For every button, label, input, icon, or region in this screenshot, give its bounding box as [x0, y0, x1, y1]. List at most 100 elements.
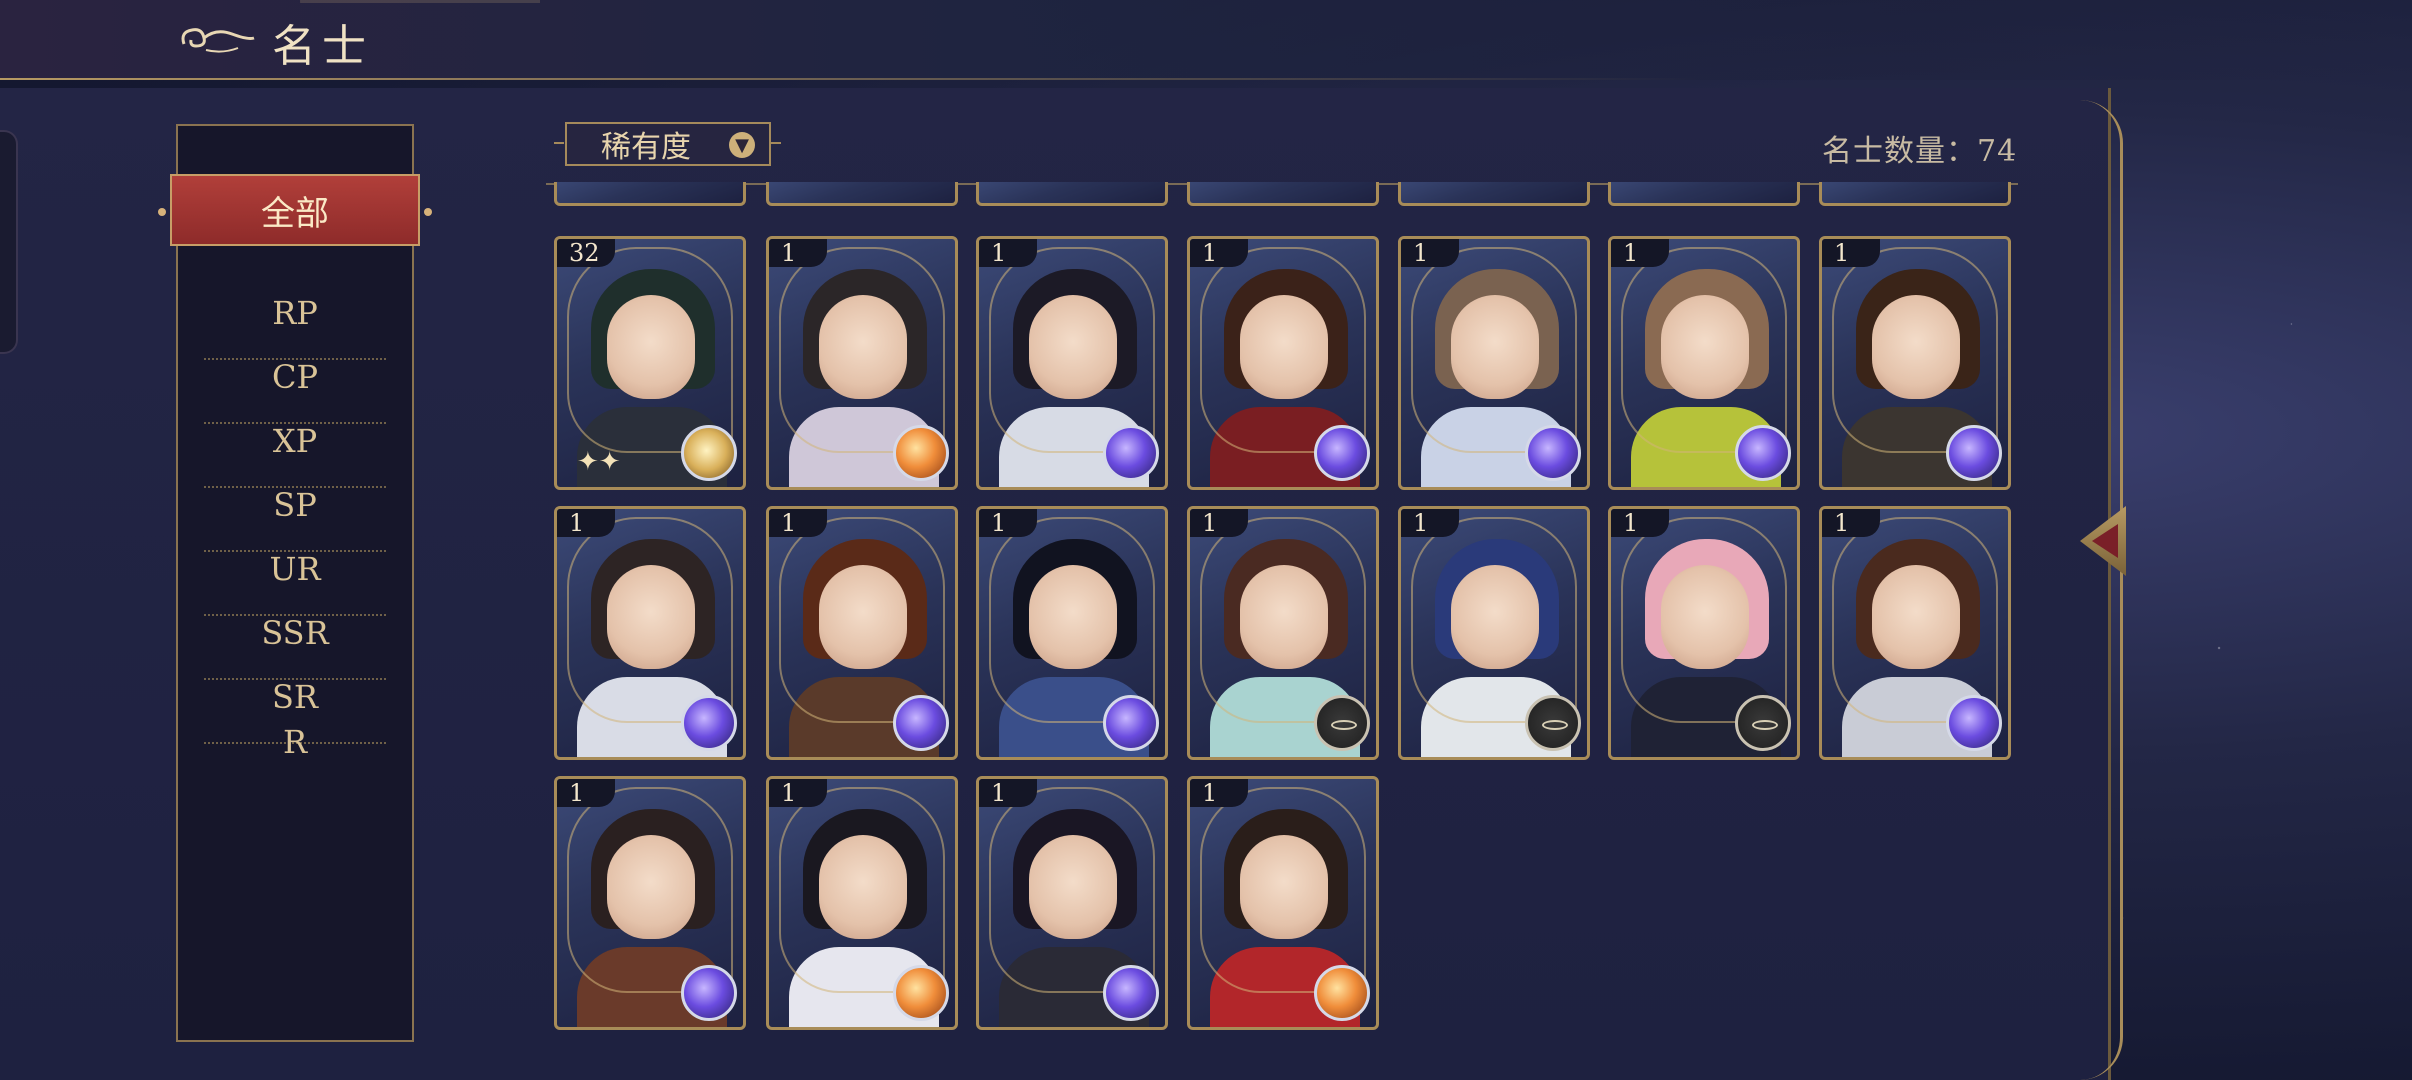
level-badge: 1	[979, 509, 1037, 537]
element-orb-icon	[1103, 965, 1159, 1021]
element-orb-icon	[1946, 695, 2002, 751]
card-frame	[779, 787, 945, 993]
element-orb-icon	[1314, 425, 1370, 481]
card-frame	[1621, 517, 1787, 723]
card-frame	[989, 517, 1155, 723]
dot-ornament	[158, 208, 166, 216]
level-badge: 1	[1401, 509, 1459, 537]
level-badge: 1	[1190, 509, 1248, 537]
sidebar-item-r[interactable]: R	[178, 712, 412, 772]
element-orb-icon	[1735, 425, 1791, 481]
card-frame	[989, 787, 1155, 993]
sidebar-item-label: CP	[271, 358, 318, 396]
rarity-sidebar: 全部 RP CP XP SP UR SSR SR R	[158, 124, 432, 1042]
card-frame	[1411, 247, 1577, 453]
hero-card-partial[interactable]	[766, 182, 958, 206]
element-orb-icon	[681, 965, 737, 1021]
sidebar-item-label: UR	[269, 550, 321, 588]
hero-card[interactable]: 1	[976, 506, 1168, 760]
level-badge: 1	[1401, 239, 1459, 267]
element-orb-icon	[893, 425, 949, 481]
level-badge: 1	[769, 509, 827, 537]
hero-card[interactable]: 1	[1398, 506, 1590, 760]
hero-card[interactable]: 1	[1187, 506, 1379, 760]
hero-card-partial[interactable]	[1608, 182, 1800, 206]
sidebar-item-all[interactable]: 全部	[158, 174, 432, 246]
level-badge: 1	[979, 779, 1037, 807]
element-orb-icon	[1525, 425, 1581, 481]
hero-card-partial[interactable]	[554, 182, 746, 206]
header-divider	[0, 78, 1700, 80]
element-orb-icon	[1314, 965, 1370, 1021]
hero-card[interactable]: 1	[766, 506, 958, 760]
hero-card-partial[interactable]	[1398, 182, 1590, 206]
element-orb-icon	[681, 695, 737, 751]
dot-ornament	[424, 208, 432, 216]
hero-card-partial[interactable]	[1819, 182, 2011, 206]
hero-card[interactable]: 1	[1187, 776, 1379, 1030]
element-orb-icon	[1525, 695, 1581, 751]
hero-card[interactable]: 1	[1819, 506, 2011, 760]
card-frame	[1200, 247, 1366, 453]
element-orb-icon	[1314, 695, 1370, 751]
card-frame	[567, 787, 733, 993]
level-badge: 1	[769, 779, 827, 807]
hero-count: 名士数量：74	[1822, 134, 2018, 169]
arrow-left-icon	[2092, 524, 2118, 558]
hero-card[interactable]: 1	[1398, 236, 1590, 490]
element-orb-icon	[893, 695, 949, 751]
level-badge: 1	[979, 239, 1037, 267]
hero-card[interactable]: 1	[554, 776, 746, 1030]
sidebar-item-label: RP	[272, 294, 318, 332]
element-orb-icon	[1946, 425, 2002, 481]
level-badge: 1	[1822, 239, 1880, 267]
page-title: 名士	[272, 21, 372, 72]
hero-card[interactable]: 1	[554, 506, 746, 760]
level-badge: 1	[1611, 239, 1669, 267]
hero-card[interactable]: 1	[766, 776, 958, 1030]
level-badge: 1	[557, 509, 615, 537]
card-frame	[1832, 517, 1998, 723]
level-badge: 1	[1611, 509, 1669, 537]
level-badge: 32	[557, 239, 615, 267]
hero-card-partial[interactable]	[1187, 182, 1379, 206]
hero-card-grid[interactable]: 32 ✦✦ 1 1 1 1 1 1 1 1 1 1 1 1 1 1 1 1 1	[548, 182, 2018, 1042]
sidebar-item-label: XP	[272, 422, 318, 460]
sidebar-item-label: SR	[271, 678, 318, 716]
filter-ornament	[771, 142, 781, 144]
sidebar-item-label: SSR	[261, 614, 329, 652]
level-badge: 1	[1822, 509, 1880, 537]
hero-card[interactable]: 1	[766, 236, 958, 490]
element-orb-icon	[1735, 695, 1791, 751]
hero-card[interactable]: 1	[1608, 506, 1800, 760]
card-frame	[1200, 517, 1366, 723]
card-frame	[989, 247, 1155, 453]
left-edge-tab[interactable]	[0, 130, 18, 354]
hero-card[interactable]: 1	[976, 776, 1168, 1030]
element-orb-icon	[681, 425, 737, 481]
level-badge: 1	[769, 239, 827, 267]
hero-card[interactable]: 1	[1608, 236, 1800, 490]
element-orb-icon	[893, 965, 949, 1021]
hero-card[interactable]: 1	[1187, 236, 1379, 490]
chevron-down-icon: ▼	[729, 132, 755, 158]
filter-label: 稀有度	[601, 130, 691, 165]
element-orb-icon	[1103, 695, 1159, 751]
hero-card[interactable]: 1	[1819, 236, 2011, 490]
level-badge: 1	[1190, 239, 1248, 267]
sidebar-item-label: 全部	[261, 193, 329, 234]
card-frame	[779, 247, 945, 453]
card-frame	[567, 247, 733, 453]
card-frame	[567, 517, 733, 723]
sparkle-icon: ✦✦	[577, 447, 621, 477]
hero-card[interactable]: 32 ✦✦	[554, 236, 746, 490]
hero-card[interactable]: 1	[976, 236, 1168, 490]
rarity-filter-dropdown[interactable]: 稀有度 ▼	[565, 122, 771, 166]
card-frame	[779, 517, 945, 723]
level-badge: 1	[1190, 779, 1248, 807]
hero-card-partial[interactable]	[976, 182, 1168, 206]
card-frame	[1200, 787, 1366, 993]
header-bar: 名士	[0, 0, 2412, 80]
filter-ornament	[554, 142, 564, 144]
sidebar-item-label: SP	[273, 486, 317, 524]
